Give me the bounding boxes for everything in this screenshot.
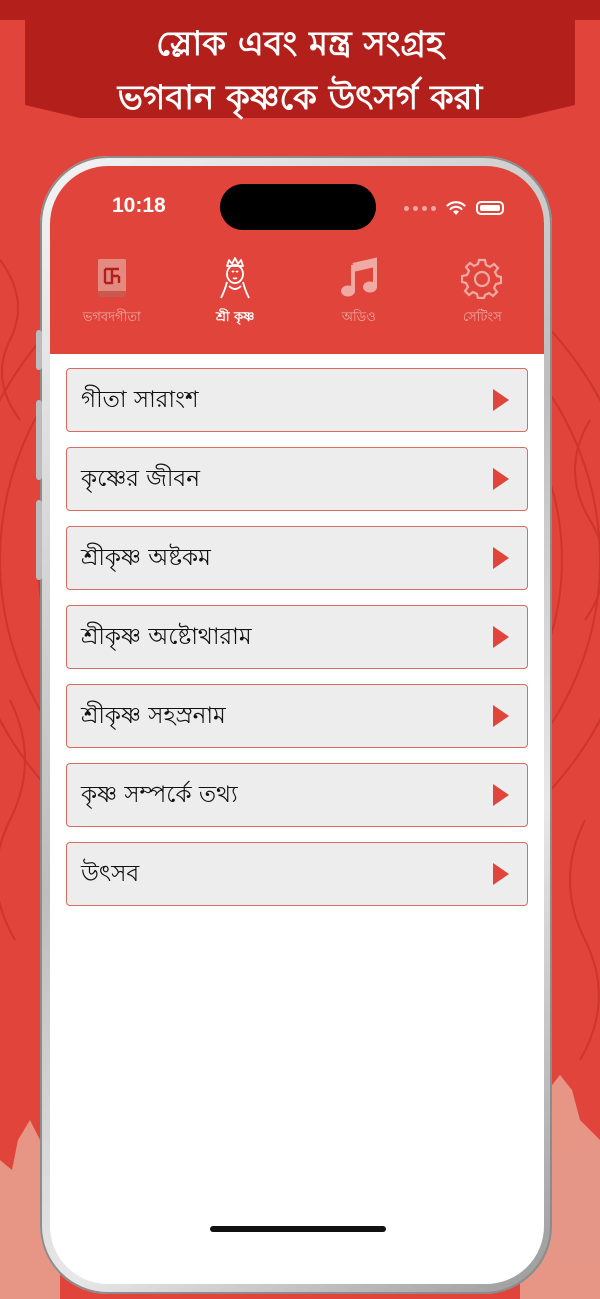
app-header: 10:18 ভগবদগীতা শ্রী কৃষ্ণ অডিও সেটিংস <box>50 166 544 354</box>
phone-silent-switch <box>36 330 42 370</box>
play-arrow-icon <box>493 705 509 727</box>
book-swastika-icon <box>88 254 136 302</box>
promo-headline-line2: ভগবান কৃষ্ণকে উৎসর্গ করা <box>117 78 483 118</box>
list-item[interactable]: শ্রীকৃষ্ণ অষ্টোথারাম <box>66 605 528 669</box>
tab-audio[interactable]: অডিও <box>297 254 421 334</box>
status-time: 10:18 <box>112 194 166 217</box>
list-item[interactable]: কৃষ্ণ সম্পর্কে তথ্য <box>66 763 528 827</box>
list-item-label: কৃষ্ণ সম্পর্কে তথ্য <box>81 782 238 808</box>
list-item-label: উৎসব <box>81 861 140 887</box>
tab-label-audio: অডিও <box>341 310 376 325</box>
list-item-label: গীতা সারাংশ <box>81 387 199 413</box>
status-icons <box>404 200 504 216</box>
play-arrow-icon <box>493 626 509 648</box>
play-arrow-icon <box>493 784 509 806</box>
signal-icon <box>404 205 436 211</box>
tab-label-settings: সেটিংস <box>462 310 502 325</box>
tab-sri-krishna[interactable]: শ্রী কৃষ্ণ <box>174 254 298 334</box>
list-item-label: শ্রীকৃষ্ণ অষ্টকম <box>81 545 211 571</box>
play-arrow-icon <box>493 863 509 885</box>
tab-bar: ভগবদগীতা শ্রী কৃষ্ণ অডিও সেটিংস <box>50 254 544 334</box>
list-item-label: শ্রীকৃষ্ণ সহস্রনাম <box>81 703 226 729</box>
list-item[interactable]: গীতা সারাংশ <box>66 368 528 432</box>
play-arrow-icon <box>493 547 509 569</box>
tab-label-bhagavad-gita: ভগবদগীতা <box>82 310 141 325</box>
list-item-label: শ্রীকৃষ্ণ অষ্টোথারাম <box>81 624 252 650</box>
list-item[interactable]: উৎসব <box>66 842 528 906</box>
battery-icon <box>476 201 504 215</box>
wifi-icon <box>446 201 466 215</box>
app-screen: 10:18 ভগবদগীতা শ্রী কৃষ্ণ অডিও সেটিংস গী… <box>50 166 544 1284</box>
gear-icon <box>458 254 506 302</box>
list-item[interactable]: শ্রীকৃষ্ণ সহস্রনাম <box>66 684 528 748</box>
play-arrow-icon <box>493 389 509 411</box>
phone-volume-down <box>36 500 42 580</box>
home-indicator[interactable] <box>210 1226 386 1232</box>
tab-bhagavad-gita[interactable]: ভগবদগীতা <box>50 254 174 334</box>
tab-label-sri-krishna: শ্রী কৃষ্ণ <box>216 310 255 325</box>
promo-headline-line1: স্লোক এবং মন্ত্র সংগ্রহ <box>156 24 444 64</box>
phone-volume-up <box>36 400 42 480</box>
music-note-icon <box>335 254 383 302</box>
list-item[interactable]: কৃষ্ণের জীবন <box>66 447 528 511</box>
list-item-label: কৃষ্ণের জীবন <box>81 466 200 492</box>
tab-settings[interactable]: সেটিংস <box>421 254 545 334</box>
krishna-icon <box>211 254 259 302</box>
dynamic-island <box>220 184 376 230</box>
play-arrow-icon <box>493 468 509 490</box>
list-item[interactable]: শ্রীকৃষ্ণ অষ্টকম <box>66 526 528 590</box>
